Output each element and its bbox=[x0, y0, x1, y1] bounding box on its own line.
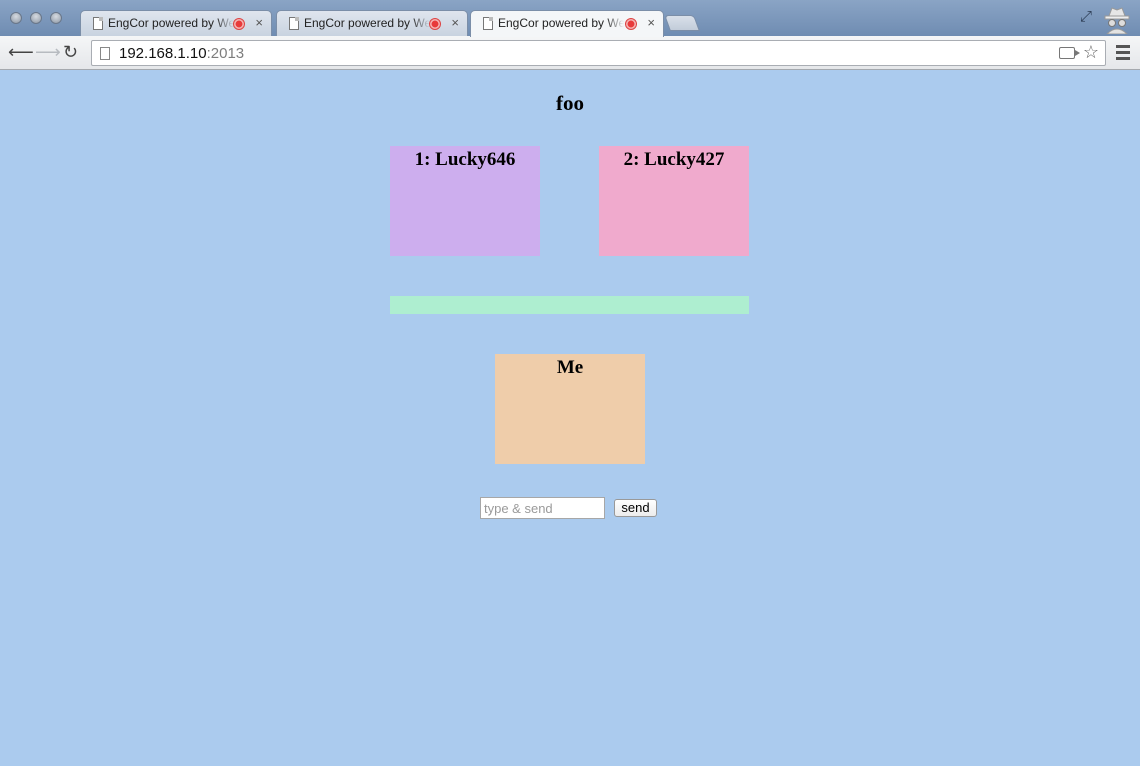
status-bar bbox=[390, 296, 749, 314]
incognito-icon bbox=[1104, 7, 1130, 34]
tab-title: EngCor powered by WebRTC bbox=[108, 16, 234, 30]
document-icon bbox=[289, 17, 299, 30]
camera-icon[interactable] bbox=[1059, 47, 1080, 59]
title-bar: EngCor powered by WebRTC × EngCor powere… bbox=[0, 0, 1140, 37]
peer-panel-2: 2: Lucky427 bbox=[599, 146, 749, 256]
document-icon bbox=[483, 17, 493, 30]
send-button[interactable]: send bbox=[614, 499, 657, 517]
close-window-button[interactable] bbox=[10, 12, 22, 24]
expand-icon[interactable]: ⤢ bbox=[1080, 8, 1092, 25]
minimize-window-button[interactable] bbox=[30, 12, 42, 24]
back-icon[interactable]: ⟵ bbox=[8, 42, 34, 63]
page-content: foo 1: Lucky646 2: Lucky427 Me send bbox=[0, 71, 1140, 766]
close-icon[interactable]: × bbox=[647, 15, 655, 30]
self-label: Me bbox=[556, 357, 584, 378]
document-icon bbox=[93, 17, 103, 30]
peer-label: 2: Lucky427 bbox=[623, 149, 725, 170]
recording-icon bbox=[233, 18, 245, 30]
peer-label: 1: Lucky646 bbox=[414, 149, 516, 170]
message-input[interactable] bbox=[480, 497, 605, 519]
star-icon[interactable]: ☆ bbox=[1083, 42, 1099, 63]
recording-icon bbox=[625, 18, 637, 30]
new-tab-button[interactable] bbox=[664, 15, 700, 31]
peer-panel-1: 1: Lucky646 bbox=[390, 146, 540, 256]
forward-icon[interactable]: ⟶ bbox=[35, 42, 61, 63]
url-port: :2013 bbox=[206, 45, 245, 62]
tab-1[interactable]: EngCor powered by WebRTC × bbox=[80, 10, 272, 36]
menu-icon[interactable] bbox=[1116, 45, 1130, 63]
tab-2[interactable]: EngCor powered by WebRTC × bbox=[276, 10, 468, 36]
url-text: 192.168.1.10:2013 bbox=[119, 45, 244, 62]
browser-toolbar: ⟵ ⟶ ↻ 192.168.1.10:2013 ☆ bbox=[0, 36, 1140, 70]
page-icon bbox=[100, 47, 110, 60]
self-panel: Me bbox=[495, 354, 645, 464]
page-title: foo bbox=[556, 91, 584, 115]
recording-icon bbox=[429, 18, 441, 30]
reload-icon[interactable]: ↻ bbox=[63, 42, 78, 63]
url-host: 192.168.1.10 bbox=[119, 45, 207, 62]
tab-title: EngCor powered by WebRTC bbox=[498, 16, 624, 30]
close-icon[interactable]: × bbox=[451, 15, 459, 30]
tab-title: EngCor powered by WebRTC bbox=[304, 16, 430, 30]
close-icon[interactable]: × bbox=[255, 15, 263, 30]
address-bar[interactable]: 192.168.1.10:2013 ☆ bbox=[91, 40, 1106, 66]
zoom-window-button[interactable] bbox=[50, 12, 62, 24]
tab-3-active[interactable]: EngCor powered by WebRTC × bbox=[470, 10, 664, 37]
